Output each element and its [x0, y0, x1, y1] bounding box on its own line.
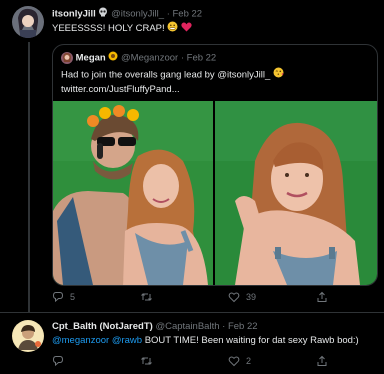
separator-dot: · [222, 321, 226, 332]
author-name[interactable]: Cpt_Balth (NotJaredT) [52, 321, 153, 332]
tweet-text-body: BOUT TIME! Been waiting for dat sexy Raw… [142, 335, 359, 346]
author-handle[interactable]: @CaptainBalth [155, 321, 219, 332]
reply-button[interactable] [52, 355, 70, 367]
tweet-date[interactable]: Feb 22 [173, 9, 203, 20]
like-button[interactable]: 39 [228, 291, 256, 303]
quote-header: Megan @Meganzoor · Feb 22 [61, 51, 216, 65]
like-icon [228, 356, 240, 367]
like-count: 2 [246, 356, 252, 366]
quote-photos [53, 101, 377, 285]
share-button[interactable] [316, 355, 328, 367]
retweet-button[interactable] [140, 355, 159, 367]
tweet-actions: 5 39 [52, 291, 372, 305]
author-handle[interactable]: @itsonlyJill_ [111, 9, 164, 20]
retweet-icon [141, 293, 152, 301]
grimace-emoji-icon [167, 21, 178, 36]
like-icon [228, 292, 240, 303]
reply-count: 5 [70, 292, 76, 302]
quote-mention[interactable]: @itsonlyJill_ [217, 70, 270, 81]
quote-author-name: Megan [75, 52, 106, 64]
separator-dot: · [180, 52, 184, 64]
share-button[interactable] [316, 291, 328, 303]
kiss-emoji-icon [273, 67, 284, 83]
separator-dot: · [166, 8, 170, 20]
tweet-text-body: YEEESSSS! HOLY CRAP! [52, 23, 165, 35]
share-icon [317, 291, 327, 302]
like-button[interactable]: 2 [228, 355, 251, 367]
tweet-itsonlyjill[interactable]: itsonlyJill @itsonlyJill_ · Feb 22 YEEES… [0, 0, 384, 312]
mention-meganzoor[interactable]: @meganzoor [52, 335, 109, 346]
retweet-icon [141, 357, 152, 365]
quote-link[interactable]: twitter.com/JustFluffyPand... [61, 84, 180, 95]
mention-rawb[interactable]: @rawb [112, 335, 142, 346]
sunflower-emoji-icon [108, 51, 118, 65]
tweet-actions: 2 [52, 355, 372, 369]
avatar[interactable] [12, 6, 44, 38]
quote-date: Feb 22 [186, 52, 217, 64]
quote-avatar [61, 52, 73, 64]
photo-left[interactable] [53, 101, 213, 285]
quote-text: Had to join the overalls gang lead by @i… [61, 67, 361, 97]
quote-author-handle: @Meganzoor [121, 52, 179, 64]
quoted-tweet[interactable]: Megan @Meganzoor · Feb 22 Had to join th… [52, 44, 378, 286]
reply-icon [52, 292, 64, 303]
photo-right[interactable] [215, 101, 377, 285]
tweet-cpt-balth[interactable]: Cpt_Balth (NotJaredT) @CaptainBalth · Fe… [0, 313, 384, 374]
tweet-header: itsonlyJill @itsonlyJill_ · Feb 22 [52, 7, 202, 21]
author-name[interactable]: itsonlyJill [52, 9, 96, 20]
tweet-text: @meganzoor @rawb BOUT TIME! Been waiting… [52, 335, 359, 347]
tweet-text: YEEESSSS! HOLY CRAP! [52, 21, 192, 36]
avatar[interactable] [12, 320, 44, 352]
tweet-header: Cpt_Balth (NotJaredT) @CaptainBalth · Fe… [52, 321, 258, 333]
skull-emoji-icon [98, 7, 108, 21]
share-icon [317, 355, 327, 366]
quote-text-body: Had to join the overalls gang lead by [61, 69, 218, 81]
reply-button[interactable]: 5 [52, 291, 75, 303]
like-count: 39 [246, 292, 257, 302]
reply-icon [52, 356, 64, 367]
retweet-button[interactable] [140, 291, 159, 303]
heart-emoji-icon [181, 22, 192, 36]
tweet-date[interactable]: Feb 22 [228, 321, 258, 332]
